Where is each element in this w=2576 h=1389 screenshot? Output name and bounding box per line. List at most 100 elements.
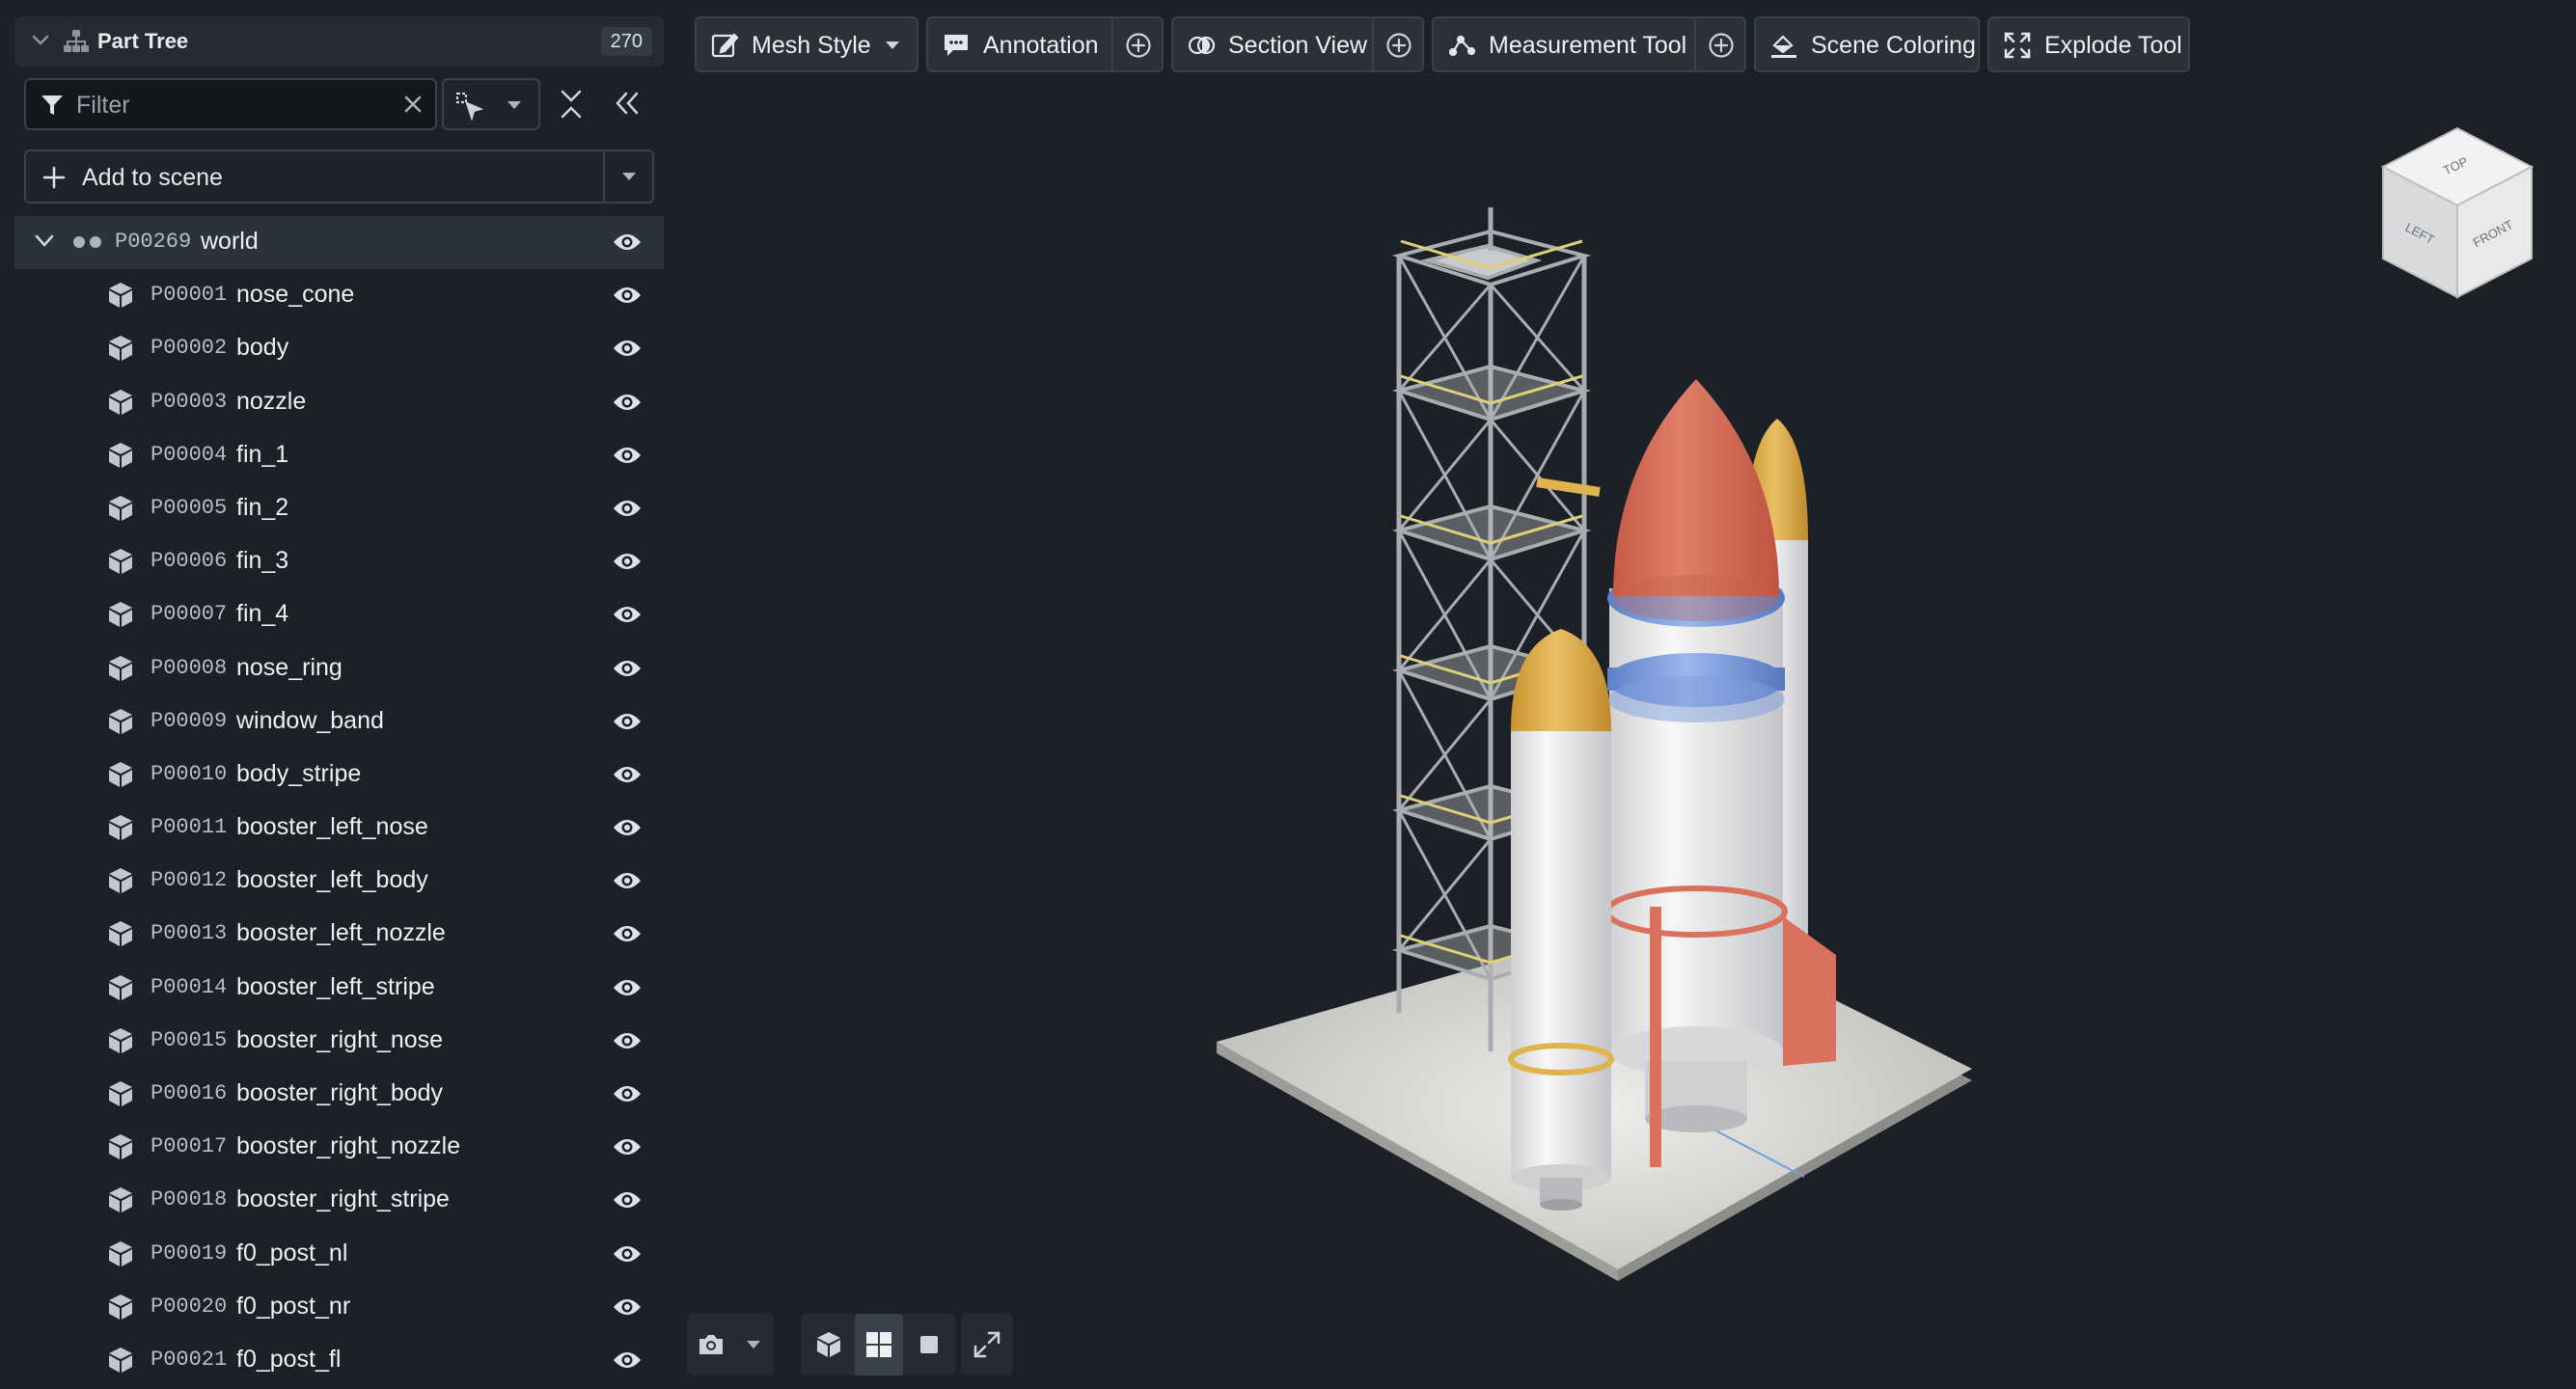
scene-coloring-button[interactable]: Scene Coloring: [1754, 16, 1980, 72]
tree-item[interactable]: P00015 booster_right_nose: [14, 1015, 664, 1068]
eye-icon[interactable]: [613, 393, 642, 412]
filter-field[interactable]: [24, 78, 437, 130]
grid-view-icon[interactable]: [855, 1314, 903, 1375]
eye-icon[interactable]: [613, 765, 642, 784]
tree-item[interactable]: P00010 body_stripe: [14, 749, 664, 802]
cube-icon: [107, 281, 134, 310]
single-view-icon[interactable]: [905, 1314, 953, 1375]
tree-item[interactable]: P00002 body: [14, 322, 664, 375]
cube-view-icon[interactable]: [805, 1314, 853, 1375]
eye-icon[interactable]: [613, 286, 642, 305]
eye-icon[interactable]: [613, 978, 642, 997]
tree-item[interactable]: P00003 nozzle: [14, 376, 664, 429]
part-id: P00001: [151, 283, 228, 308]
eye-icon[interactable]: [613, 605, 642, 624]
tree-item[interactable]: P00006 fin_3: [14, 535, 664, 588]
hierarchy-icon: [63, 28, 90, 55]
eye-icon[interactable]: [613, 499, 642, 518]
eye-icon[interactable]: [613, 446, 642, 465]
tree-item[interactable]: P00014 booster_left_stripe: [14, 962, 664, 1015]
chevron-down-icon: [506, 99, 523, 111]
cube-icon: [107, 1293, 134, 1321]
part-id: P00012: [151, 868, 228, 893]
part-name: window_band: [236, 706, 384, 734]
part-id: P00020: [151, 1294, 228, 1319]
eye-icon[interactable]: [613, 712, 642, 731]
selection-mode-dropdown[interactable]: [442, 78, 540, 130]
tree-item[interactable]: P00020 f0_post_nr: [14, 1281, 664, 1334]
filter-input[interactable]: [76, 90, 366, 121]
eye-icon[interactable]: [613, 552, 642, 571]
part-name: f0_post_nl: [236, 1239, 348, 1266]
part-name: body: [236, 334, 289, 362]
part-id: P00269: [115, 230, 192, 254]
chevron-down-icon[interactable]: [884, 40, 901, 51]
view-cube[interactable]: TOP LEFT FRONT: [2375, 123, 2539, 307]
tree-item[interactable]: P00009 window_band: [14, 695, 664, 749]
tree-item[interactable]: P00011 booster_left_nose: [14, 802, 664, 855]
eye-icon[interactable]: [613, 1137, 642, 1157]
camera-icon[interactable]: [687, 1314, 735, 1375]
chevron-down-icon[interactable]: [620, 171, 638, 182]
tree-root-item[interactable]: P00269 world: [14, 216, 664, 270]
chevron-down-icon[interactable]: [729, 1314, 778, 1375]
annotation-button[interactable]: Annotation: [926, 16, 1164, 72]
eye-icon[interactable]: [613, 1190, 642, 1210]
3d-viewport[interactable]: [675, 87, 2576, 1389]
eye-icon[interactable]: [613, 924, 642, 943]
collapse-all-icon[interactable]: [558, 89, 585, 120]
rocket-scene[interactable]: [675, 87, 2576, 1389]
eye-icon[interactable]: [613, 1244, 642, 1264]
tree-item[interactable]: P00016 booster_right_body: [14, 1068, 664, 1121]
cube-icon: [107, 494, 134, 523]
explode-tool-button[interactable]: Explode Tool: [1987, 16, 2190, 72]
add-to-scene-label: Add to scene: [82, 164, 223, 191]
tree-item[interactable]: P00012 booster_left_body: [14, 855, 664, 908]
tree-item[interactable]: P00013 booster_left_nozzle: [14, 908, 664, 961]
add-to-scene-button[interactable]: Add to scene: [24, 150, 654, 204]
add-circle-icon[interactable]: [1385, 32, 1412, 59]
tree-item[interactable]: P00019 f0_post_nl: [14, 1228, 664, 1281]
camera-dropdown[interactable]: [687, 1314, 774, 1375]
eye-icon[interactable]: [613, 1350, 642, 1370]
tree-item[interactable]: P00007 fin_4: [14, 588, 664, 641]
eye-icon[interactable]: [613, 1031, 642, 1050]
mesh-style-label: Mesh Style: [752, 32, 871, 59]
chevron-down-icon[interactable]: [30, 30, 51, 51]
tree-item[interactable]: P00004 fin_1: [14, 429, 664, 482]
panel-header[interactable]: Part Tree 270: [14, 16, 664, 67]
left-booster[interactable]: [1508, 629, 1614, 1211]
add-circle-icon[interactable]: [1708, 32, 1735, 59]
tree-item[interactable]: P00021 f0_post_fl: [14, 1334, 664, 1387]
eye-icon[interactable]: [613, 659, 642, 678]
selection-cursor-icon: [455, 92, 484, 121]
add-circle-icon[interactable]: [1125, 32, 1152, 59]
tree-item[interactable]: P00018 booster_right_stripe: [14, 1174, 664, 1227]
tree-item[interactable]: P00008 nose_ring: [14, 642, 664, 695]
double-chevron-left-icon[interactable]: [614, 91, 641, 116]
part-name: nose_ring: [236, 653, 343, 681]
measure-icon: [1447, 31, 1476, 60]
eye-icon[interactable]: [613, 818, 642, 837]
tree-item[interactable]: P00005 fin_2: [14, 482, 664, 535]
tree-item[interactable]: P00001 nose_cone: [14, 269, 664, 322]
section-view-button[interactable]: Section View: [1171, 16, 1424, 72]
fullscreen-icon[interactable]: [963, 1314, 1011, 1375]
chevron-down-icon[interactable]: [34, 233, 55, 249]
part-id: P00014: [151, 974, 228, 999]
eye-icon[interactable]: [613, 339, 642, 358]
close-icon[interactable]: [402, 94, 424, 115]
section-view-label: Section View: [1228, 32, 1368, 59]
tree-item[interactable]: P00017 booster_right_nozzle: [14, 1121, 664, 1174]
eye-icon[interactable]: [613, 871, 642, 890]
divider: [1111, 18, 1113, 70]
eye-icon[interactable]: [613, 1084, 642, 1103]
fullscreen-button[interactable]: [961, 1314, 1013, 1375]
part-id: P00021: [151, 1347, 228, 1372]
measurement-tool-button[interactable]: Measurement Tool: [1432, 16, 1746, 72]
measurement-tool-label: Measurement Tool: [1489, 32, 1687, 59]
mesh-style-button[interactable]: Mesh Style: [695, 16, 918, 72]
eye-icon[interactable]: [613, 232, 642, 252]
eye-icon[interactable]: [613, 1297, 642, 1317]
part-id: P00005: [151, 495, 228, 520]
